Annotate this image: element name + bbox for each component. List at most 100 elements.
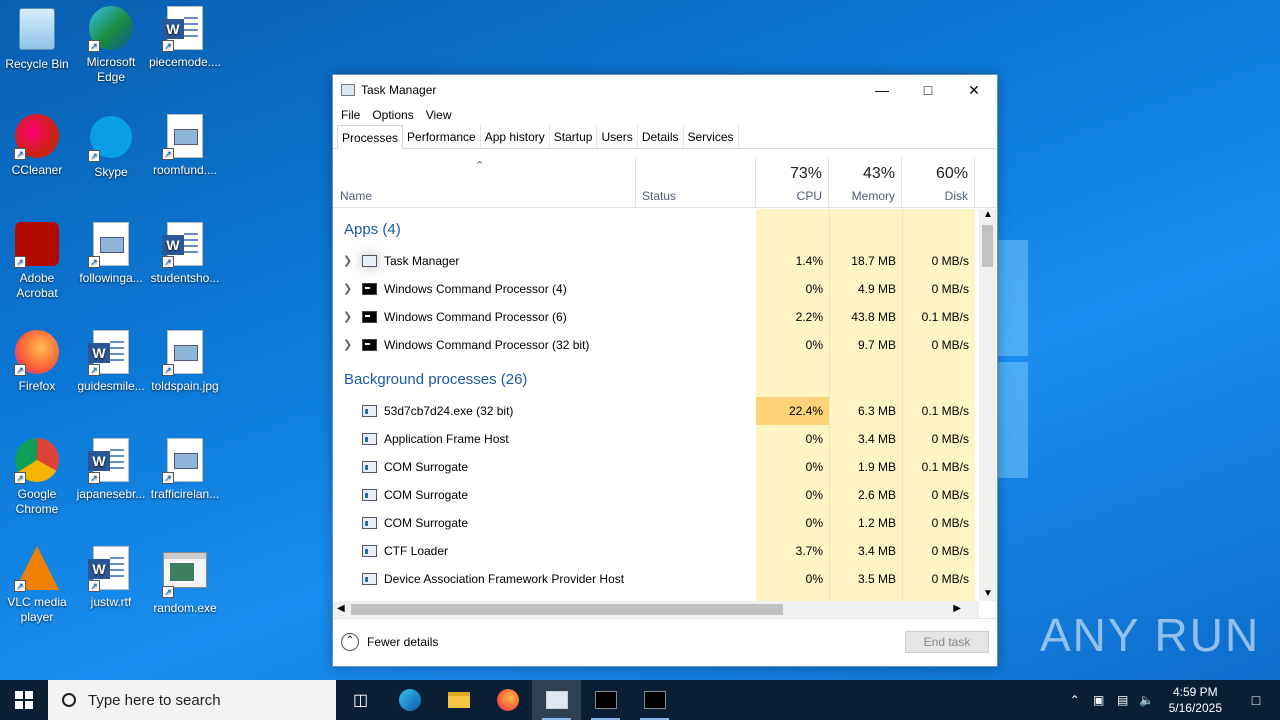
tab-services[interactable]: Services	[684, 125, 739, 148]
desktop-icon-studentsho[interactable]: W ↗ studentsho...	[148, 222, 222, 286]
process-disk: 0 MB/s	[931, 338, 969, 352]
taskbar-cmd-2[interactable]	[630, 680, 679, 720]
process-memory: 43.8 MB	[851, 310, 896, 324]
expand-chevron-icon[interactable]: ❯	[343, 254, 352, 267]
tab-users[interactable]: Users	[597, 125, 638, 148]
menu-view[interactable]: View	[420, 105, 458, 125]
desktop-icon-recycle-bin[interactable]: Recycle Bin	[0, 6, 74, 72]
scroll-left-icon[interactable]: ◀	[337, 603, 345, 614]
desktop-icon-piecemode[interactable]: W ↗ piecemode....	[148, 6, 222, 70]
network-icon[interactable]: ▤	[1111, 693, 1135, 707]
vertical-scroll-thumb[interactable]	[982, 225, 993, 267]
task-view-button[interactable]: ◫	[336, 680, 385, 720]
end-task-button[interactable]: End task	[905, 631, 989, 653]
taskbar-search[interactable]: Type here to search	[48, 680, 336, 720]
word-document-icon: W ↗	[88, 330, 134, 376]
desktop-icon-random-exe[interactable]: ↗ random.exe	[148, 546, 222, 616]
group-background[interactable]: Background processes (26)	[344, 371, 527, 388]
tab-performance[interactable]: Performance	[403, 125, 481, 148]
desktop-icon-adobe-acrobat[interactable]: ↗ Adobe Acrobat	[0, 222, 74, 301]
column-status-label: Status	[642, 189, 677, 203]
column-name[interactable]: ⌃ Name	[333, 157, 636, 208]
device-icon[interactable]: ▣	[1087, 693, 1111, 707]
desktop-icon-guidesmile[interactable]: W ↗ guidesmile...	[74, 330, 148, 394]
process-memory: 2.6 MB	[857, 488, 896, 502]
process-row[interactable]: ❯ Windows Command Processor (6) 2.2% 43.8 M…	[333, 303, 978, 331]
process-memory: 1.9 MB	[857, 460, 896, 474]
word-document-icon: W ↗	[88, 438, 134, 484]
menu-options[interactable]: Options	[366, 105, 419, 125]
start-button[interactable]	[0, 680, 48, 720]
desktop-icon-label: Google Chrome	[15, 487, 59, 516]
column-memory[interactable]: 43% Memory	[829, 157, 902, 208]
scroll-up-icon[interactable]: ▲	[983, 209, 993, 220]
scroll-down-icon[interactable]: ▼	[983, 588, 993, 599]
process-row[interactable]: Device Association Framework Provider Ho…	[333, 565, 978, 593]
search-icon	[62, 693, 76, 707]
process-disk: 0 MB/s	[931, 544, 969, 558]
desktop-icon-label: toldspain.jpg	[151, 379, 219, 393]
title-bar[interactable]: Task Manager — □ ✕	[333, 75, 997, 105]
desktop-icon-vlc-media-player[interactable]: ↗ VLC media player	[0, 546, 74, 625]
clock-date: 5/16/2025	[1168, 701, 1222, 715]
tab-app-history[interactable]: App history	[481, 125, 550, 148]
process-row[interactable]: ❯ Windows Command Processor (32 bit) 0% 9.7…	[333, 331, 978, 359]
desktop-icon-toldspain[interactable]: ↗ toldspain.jpg	[148, 330, 222, 394]
expand-chevron-icon[interactable]: ❯	[343, 310, 352, 323]
taskbar-edge[interactable]	[385, 680, 434, 720]
expand-chevron-icon[interactable]: ❯	[343, 282, 352, 295]
desktop-icon-label: Microsoft Edge	[86, 55, 136, 84]
taskbar-file-explorer[interactable]	[434, 680, 483, 720]
horizontal-scrollbar[interactable]: ◀ ▶	[333, 601, 979, 618]
notification-icon[interactable]: □	[1232, 692, 1280, 708]
task-manager-icon	[341, 84, 355, 96]
desktop-icon-ccleaner[interactable]: ↗ CCleaner	[0, 114, 74, 178]
tab-details[interactable]: Details	[638, 125, 684, 148]
menu-file[interactable]: File	[335, 105, 366, 125]
horizontal-scroll-thumb[interactable]	[351, 604, 783, 615]
desktop-icon-justw[interactable]: W ↗ justw.rtf	[74, 546, 148, 610]
process-row[interactable]: Application Frame Host 0% 3.4 MB 0 MB/s	[333, 425, 978, 453]
clock[interactable]: 4:59 PM 5/16/2025	[1159, 684, 1232, 716]
taskbar-task-manager[interactable]	[532, 680, 581, 720]
process-row[interactable]: COM Surrogate 0% 1.9 MB 0.1 MB/s	[333, 453, 978, 481]
taskbar-firefox[interactable]	[483, 680, 532, 720]
column-cpu[interactable]: 73% CPU	[756, 157, 829, 208]
shortcut-arrow-icon: ↗	[88, 472, 100, 484]
group-apps[interactable]: Apps (4)	[344, 221, 401, 238]
process-row[interactable]: COM Surrogate 0% 2.6 MB 0 MB/s	[333, 481, 978, 509]
tab-processes[interactable]: Processes	[337, 125, 404, 149]
desktop-icon-followinga[interactable]: ↗ followinga...	[74, 222, 148, 286]
desktop-icon-roomfund[interactable]: ↗ roomfund....	[148, 114, 222, 178]
desktop-icon-microsoft-edge[interactable]: ↗ Microsoft Edge	[74, 6, 148, 85]
process-row[interactable]: ❯ Task Manager 1.4% 18.7 MB 0 MB/s	[333, 247, 978, 275]
column-status[interactable]: Status	[636, 157, 756, 208]
vertical-scrollbar[interactable]: ▲ ▼	[979, 209, 996, 601]
memory-total: 43%	[862, 165, 895, 182]
desktop-icon-label: random.exe	[153, 601, 217, 615]
desktop-icon-label: Firefox	[18, 379, 56, 393]
chevron-up-icon[interactable]: ⌃	[1063, 693, 1087, 707]
minimize-button[interactable]: —	[859, 75, 905, 105]
fewer-details-button[interactable]: ⌃ Fewer details	[341, 633, 438, 651]
tab-startup[interactable]: Startup	[550, 125, 598, 148]
desktop-icon-skype[interactable]: ↗ Skype	[74, 114, 148, 180]
column-disk[interactable]: 60% Disk	[902, 157, 975, 208]
process-memory: 9.7 MB	[857, 338, 896, 352]
desktop-icon-google-chrome[interactable]: ↗ Google Chrome	[0, 438, 74, 517]
maximize-button[interactable]: □	[905, 75, 951, 105]
taskbar-cmd-1[interactable]	[581, 680, 630, 720]
process-row[interactable]: ❯ Windows Command Processor (4) 0% 4.9 MB 0 …	[333, 275, 978, 303]
desktop-icon-trafficirelan[interactable]: ↗ trafficirelan...	[148, 438, 222, 502]
expand-chevron-icon[interactable]: ❯	[343, 338, 352, 351]
window-footer: ⌃ Fewer details End task	[333, 618, 997, 666]
close-button[interactable]: ✕	[951, 75, 997, 105]
process-row[interactable]: COM Surrogate 0% 1.2 MB 0 MB/s	[333, 509, 978, 537]
volume-icon[interactable]: 🔈	[1135, 693, 1159, 707]
desktop-icon-firefox[interactable]: ↗ Firefox	[0, 330, 74, 394]
process-row[interactable]: CTF Loader 3.7% 3.4 MB 0 MB/s	[333, 537, 978, 565]
process-row[interactable]: 53d7cb7d24.exe (32 bit) 22.4% 6.3 MB 0.1 MB…	[333, 397, 978, 425]
scroll-right-icon[interactable]: ▶	[953, 603, 961, 614]
process-icon	[362, 433, 377, 445]
desktop-icon-japanesebr[interactable]: W ↗ japanesebr...	[74, 438, 148, 502]
